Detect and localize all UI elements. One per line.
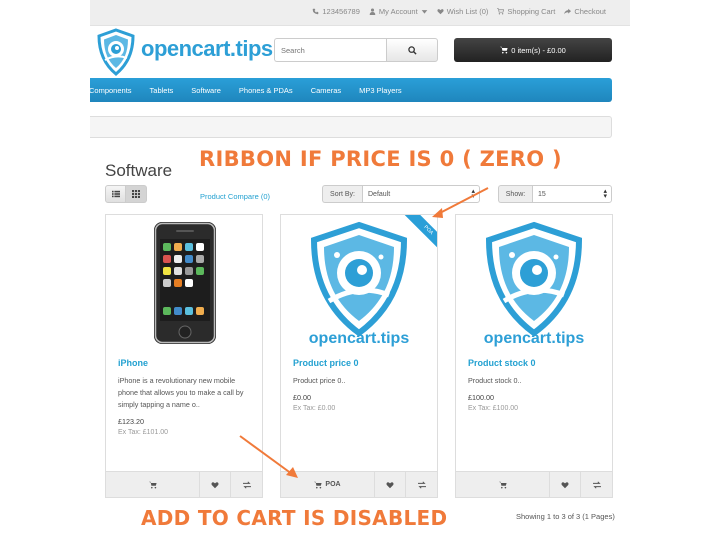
ribbon-annotation: RIBBON IF PRICE IS 0 ( ZERO ) <box>199 147 562 171</box>
product-name[interactable]: iPhone <box>118 358 148 368</box>
search-button[interactable] <box>386 38 438 62</box>
user-icon <box>369 8 376 15</box>
product-description: Product stock 0.. <box>468 376 522 385</box>
product-compare-link[interactable]: Product Compare (0) <box>200 192 270 201</box>
product-description: Product price 0.. <box>293 376 346 385</box>
breadcrumb <box>90 116 612 138</box>
product-actions <box>106 471 262 497</box>
select-arrows-icon: ▴ ▾ <box>471 188 475 200</box>
grid-view-button[interactable] <box>126 185 147 203</box>
cart-icon <box>500 46 508 54</box>
add-to-cart-button[interactable] <box>106 472 200 497</box>
phone-link[interactable]: 123456789 <box>312 7 360 16</box>
product-image[interactable] <box>106 215 262 355</box>
shopping-cart-link[interactable]: Shopping Cart <box>497 7 555 16</box>
sort-label: Sort By: <box>322 185 362 203</box>
menu-item-phones[interactable]: Phones & PDAs <box>239 86 293 95</box>
wish-list-text: Wish List (0) <box>446 7 489 16</box>
limit-select[interactable]: 15 ▴ ▾ <box>532 185 612 203</box>
main-menu: Components Tablets Software Phones & PDA… <box>89 78 612 102</box>
menu-item-software[interactable]: Software <box>191 86 221 95</box>
product-ex-tax: Ex Tax: £0.00 <box>293 405 336 412</box>
compare-button[interactable] <box>231 472 262 497</box>
add-to-cart-button-disabled: POA <box>281 472 375 497</box>
wish-list-link[interactable]: Wish List (0) <box>437 7 489 16</box>
cart-icon <box>148 481 157 488</box>
product-actions: POA <box>281 471 437 497</box>
menu-item-components[interactable]: Components <box>89 86 132 95</box>
search-form <box>274 38 438 62</box>
compare-button[interactable] <box>406 472 437 497</box>
top-bar: 123456789 My Account Wish List (0) Shopp… <box>90 0 630 26</box>
top-links: 123456789 My Account Wish List (0) Shopp… <box>312 7 606 16</box>
cart-icon <box>498 481 507 488</box>
product-card: opencart.tips Product stock 0 Product st… <box>455 214 613 498</box>
view-toggle <box>105 185 147 203</box>
list-view-button[interactable] <box>105 185 126 203</box>
image-caption: opencart.tips <box>483 330 585 347</box>
exchange-icon <box>592 480 601 489</box>
exchange-icon <box>242 480 251 489</box>
product-ex-tax: Ex Tax: £101.00 <box>118 429 169 436</box>
iphone-image <box>154 222 216 344</box>
shield-logo-icon <box>97 28 135 76</box>
disabled-cart-annotation: ADD TO CART IS DISABLED <box>141 506 448 530</box>
cart-icon <box>497 8 505 15</box>
poa-ribbon: POA <box>401 215 437 255</box>
shopping-cart-text: Shopping Cart <box>507 7 556 16</box>
product-image[interactable]: opencart.tips <box>456 215 612 355</box>
select-arrows-icon: ▴ ▾ <box>603 188 607 200</box>
list-icon <box>111 190 120 198</box>
heart-icon <box>386 481 394 488</box>
heart-icon <box>211 481 219 488</box>
sort-select[interactable]: Default ▴ ▾ <box>362 185 480 203</box>
cart-total: 0 item(s) - £0.00 <box>511 45 566 55</box>
phone-text: 123456789 <box>322 7 360 16</box>
heart-icon <box>561 481 569 488</box>
cart-button[interactable]: 0 item(s) - £0.00 <box>454 38 612 62</box>
checkout-text: Checkout <box>574 7 606 16</box>
product-price: £123.20 <box>118 417 144 426</box>
exchange-icon <box>417 480 426 489</box>
my-account-link[interactable]: My Account <box>369 7 428 16</box>
page-title: Software <box>105 161 173 180</box>
my-account-text: My Account <box>378 7 418 16</box>
product-description: iPhone is a revolutionary new mobile pho… <box>118 376 244 409</box>
search-input[interactable] <box>274 38 386 62</box>
pagination-summary: Showing 1 to 3 of 3 (1 Pages) <box>516 512 615 521</box>
phone-icon <box>313 8 319 15</box>
menu-item-cameras[interactable]: Cameras <box>311 86 341 95</box>
poa-label: POA <box>325 481 341 488</box>
sort-value: Default <box>368 190 391 198</box>
cart-icon <box>314 481 323 488</box>
product-price: £0.00 <box>293 393 311 402</box>
product-name[interactable]: Product price 0 <box>293 358 359 368</box>
share-icon <box>564 8 572 15</box>
compare-button[interactable] <box>581 472 612 497</box>
checkout-link[interactable]: Checkout <box>564 7 606 16</box>
heart-icon <box>437 9 444 15</box>
product-price: £100.00 <box>468 393 494 402</box>
menu-item-tablets[interactable]: Tablets <box>150 86 174 95</box>
product-card: iPhone iPhone is a revolutionary new mob… <box>105 214 263 498</box>
wishlist-button[interactable] <box>200 472 231 497</box>
product-card: opencart.tips POA Product price 0 Produc… <box>280 214 438 498</box>
limit-value: 15 <box>538 190 546 198</box>
caret-down-icon <box>421 10 427 14</box>
wishlist-button[interactable] <box>550 472 581 497</box>
wishlist-button[interactable] <box>375 472 406 497</box>
logo-text: opencart.tips <box>141 36 273 61</box>
product-name[interactable]: Product stock 0 <box>468 358 536 368</box>
grid-icon <box>132 190 140 198</box>
menu-item-mp3-players[interactable]: MP3 Players <box>359 86 402 95</box>
search-icon <box>407 45 417 55</box>
price-ribbon: POA <box>401 215 437 255</box>
product-actions <box>456 471 612 497</box>
add-to-cart-button[interactable] <box>456 472 550 497</box>
image-caption: opencart.tips <box>308 330 410 347</box>
show-label: Show: <box>498 185 532 203</box>
store-logo[interactable]: opencart.tips <box>96 28 273 76</box>
product-ex-tax: Ex Tax: £100.00 <box>468 405 519 412</box>
